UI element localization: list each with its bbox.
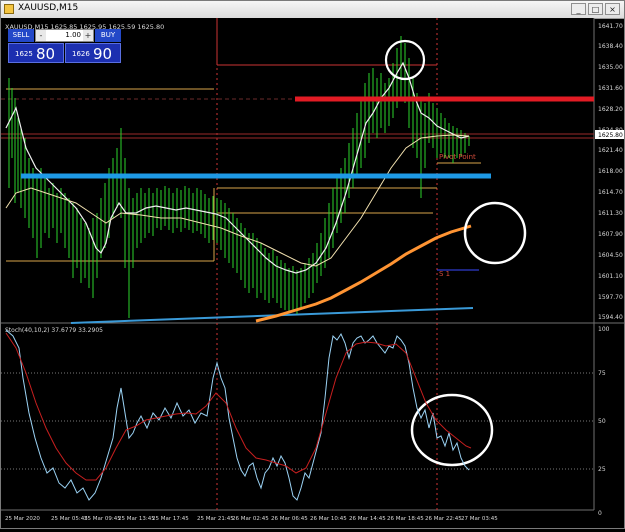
price-tick: 1635.00	[598, 64, 623, 71]
stoch-tick: 75	[598, 370, 606, 377]
time-tick: 26 Mar 14:45	[349, 516, 386, 522]
price-tick: 1607.90	[598, 231, 623, 238]
price-tick: 1618.00	[598, 168, 623, 175]
buy-price-button[interactable]: 1626 90	[65, 43, 121, 63]
sell-price-big: 80	[36, 45, 56, 63]
time-tick: 26 Mar 02:45	[232, 516, 269, 522]
sell-price-button[interactable]: 1625 80	[8, 43, 64, 63]
stoch-signal-line	[5, 332, 472, 481]
stoch-tick: 100	[598, 326, 610, 333]
price-tick: 1638.40	[598, 43, 623, 50]
chart-area[interactable]: XAUUSD,M15 1625.85 1625.95 1625.59 1625.…	[1, 18, 624, 528]
annotation-circle-stoch	[410, 393, 494, 467]
buy-price-big: 90	[93, 45, 113, 63]
price-tick: 1621.40	[598, 147, 623, 154]
lot-size-value[interactable]: 1.00	[48, 30, 81, 41]
price-tick: 1604.50	[598, 252, 623, 259]
price-tick: 1601.10	[598, 273, 623, 280]
lot-increase-button[interactable]: +	[83, 30, 93, 41]
time-tick: 25 Mar 21:45	[197, 516, 234, 522]
stoch-tick: 25	[598, 466, 606, 473]
time-axis: 25 Mar 2020 25 Mar 05:45 25 Mar 09:45 25…	[5, 516, 498, 522]
chart-window-icon	[4, 4, 14, 14]
lot-size-input[interactable]: - 1.00 +	[35, 29, 94, 42]
time-tick: 26 Mar 18:45	[387, 516, 424, 522]
time-tick: 25 Mar 2020	[5, 516, 40, 522]
lot-decrease-button[interactable]: -	[36, 30, 46, 41]
window-controls: _ □ ×	[571, 3, 620, 15]
pivot-point-label: Pivot Point	[439, 153, 476, 161]
buy-button[interactable]: BUY	[95, 29, 121, 42]
stoch-axis: 100 75 50 25 0	[598, 326, 610, 517]
stoch-header: Stoch(40,10,2) 37.6779 33.2905	[5, 327, 103, 334]
time-tick: 27 Mar 03:45	[461, 516, 498, 522]
time-tick: 26 Mar 06:45	[271, 516, 308, 522]
buy-price-small: 1626	[72, 50, 90, 58]
title-bar[interactable]: XAUUSD,M15 _ □ ×	[1, 1, 624, 19]
price-tick: 1631.60	[598, 85, 623, 92]
price-chart-svg[interactable]: XAUUSD,M15 1625.85 1625.95 1625.59 1625.…	[1, 18, 624, 528]
stoch-tick: 50	[598, 418, 606, 425]
stoch-tick: 0	[598, 510, 602, 517]
s1-label: S 1	[439, 270, 450, 278]
price-tick: 1594.40	[598, 314, 623, 321]
price-tick: 1597.70	[598, 294, 623, 301]
price-tick: 1611.30	[598, 210, 623, 217]
time-tick: 25 Mar 13:45	[118, 516, 155, 522]
price-axis: 1641.70 1638.40 1635.00 1631.60 1628.20 …	[598, 23, 623, 321]
sell-price-small: 1625	[15, 50, 33, 58]
time-tick: 26 Mar 10:45	[310, 516, 347, 522]
stoch-main-line	[5, 329, 470, 501]
time-tick: 25 Mar 05:45	[51, 516, 88, 522]
one-click-trading-panel: SELL - 1.00 + BUY 1625 80 1626 90	[8, 29, 121, 63]
time-tick: 26 Mar 22:45	[425, 516, 462, 522]
price-tick: 1614.70	[598, 189, 623, 196]
time-tick: 25 Mar 09:45	[84, 516, 121, 522]
window-title: XAUUSD,M15	[18, 3, 79, 13]
chart-window: XAUUSD,M15 _ □ × XAUUSD,M15 1625.85 1625…	[0, 0, 625, 529]
minimize-button[interactable]: _	[571, 3, 586, 15]
close-button[interactable]: ×	[605, 3, 620, 15]
sell-button[interactable]: SELL	[8, 29, 34, 42]
price-tick: 1641.70	[598, 23, 623, 30]
maximize-button[interactable]: □	[588, 3, 603, 15]
time-tick: 25 Mar 17:45	[152, 516, 189, 522]
current-price-label: 1625.80	[598, 132, 623, 139]
price-tick: 1628.20	[598, 106, 623, 113]
